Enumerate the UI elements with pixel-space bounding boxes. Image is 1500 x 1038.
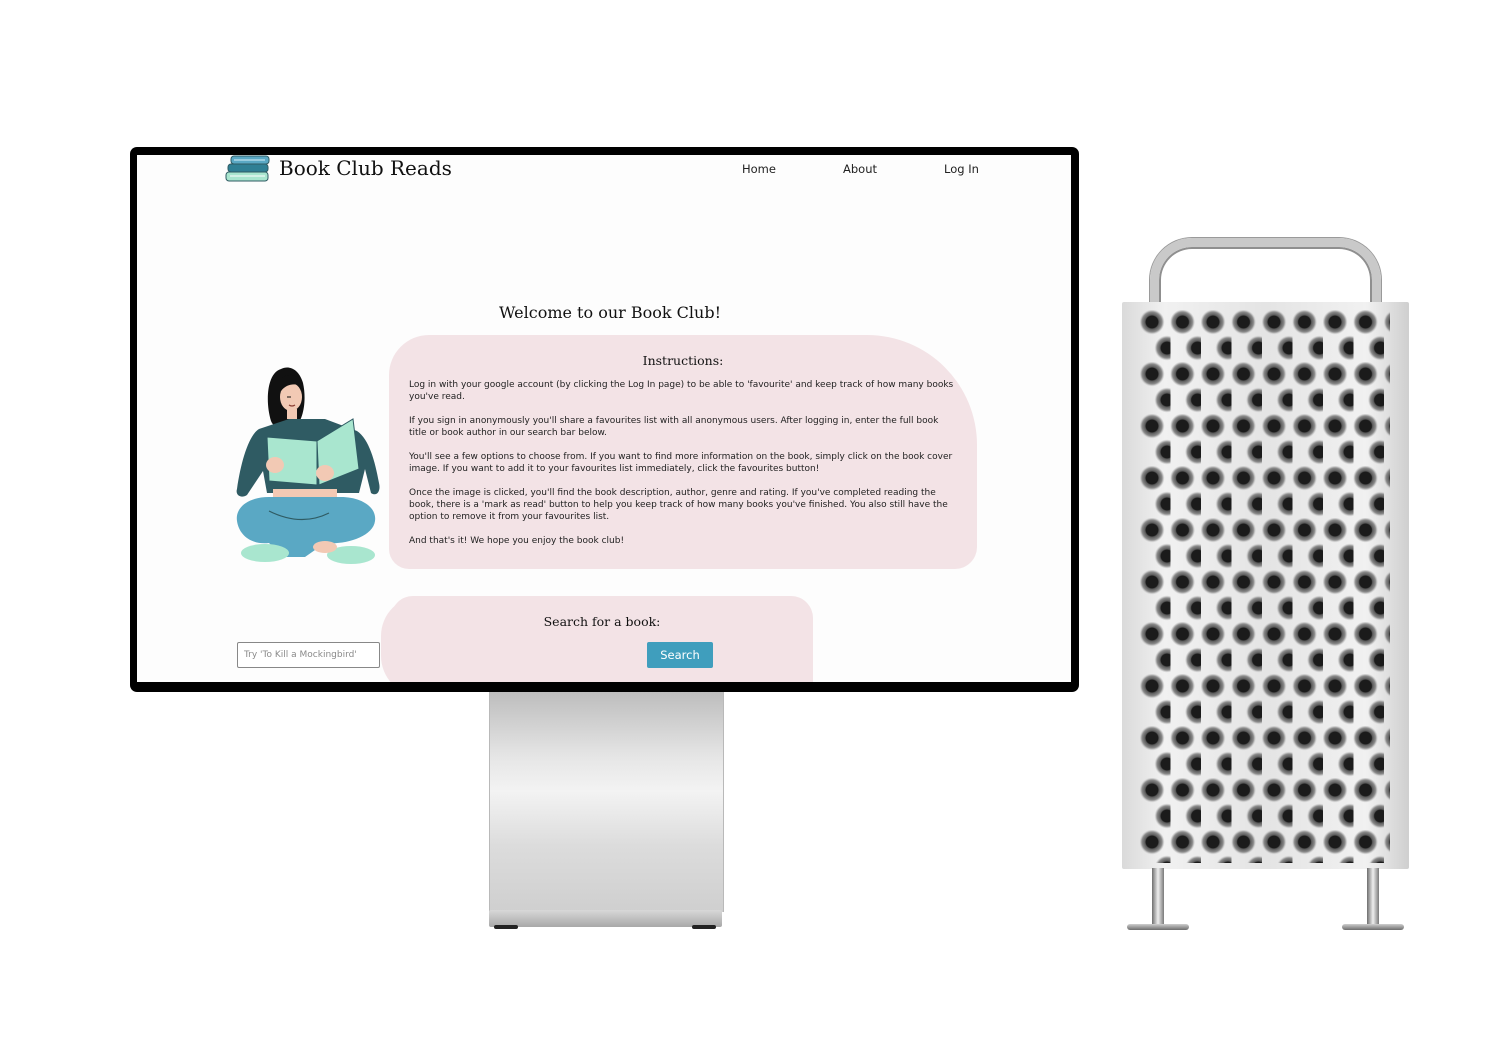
instructions-paragraph: Once the image is clicked, you'll find t… <box>409 488 948 522</box>
website-screen: Book Club Reads Home About Log In Welcom… <box>137 155 1071 682</box>
tower-foot-right <box>1342 924 1404 930</box>
book-stack-logo-icon <box>225 155 270 182</box>
monitor-foot-right <box>692 925 716 929</box>
instructions-panel: Instructions: Log in with your google ac… <box>389 335 977 569</box>
tower-foot-left <box>1127 924 1189 930</box>
search-button[interactable]: Search <box>647 642 713 668</box>
instructions-paragraph: Log in with your google account (by clic… <box>409 380 954 402</box>
navbar: Book Club Reads Home About Log In <box>137 155 1071 185</box>
instructions-title: Instructions: <box>642 353 724 368</box>
instructions-paragraph: If you sign in anonymously you'll share … <box>409 416 939 438</box>
welcome-heading: Welcome to our Book Club! <box>499 303 722 322</box>
nav-login[interactable]: Log In <box>944 162 979 176</box>
nav-about[interactable]: About <box>843 162 877 176</box>
instructions-paragraph: You'll see a few options to choose from.… <box>409 452 953 474</box>
search-panel: Search for a book: <box>381 596 813 682</box>
monitor-stand <box>489 692 724 912</box>
search-input[interactable] <box>237 642 380 668</box>
tower-leg-left <box>1152 868 1164 926</box>
nav-home[interactable]: Home <box>742 162 776 176</box>
monitor-stand-base <box>489 910 722 927</box>
tower-leg-right <box>1367 868 1379 926</box>
reader-illustration <box>236 367 380 564</box>
brand-title[interactable]: Book Club Reads <box>279 156 452 180</box>
tower-grille <box>1140 310 1390 863</box>
monitor-foot-left <box>494 925 518 929</box>
search-title: Search for a book: <box>543 614 661 629</box>
instructions-paragraph: And that's it! We hope you enjoy the boo… <box>409 536 625 546</box>
